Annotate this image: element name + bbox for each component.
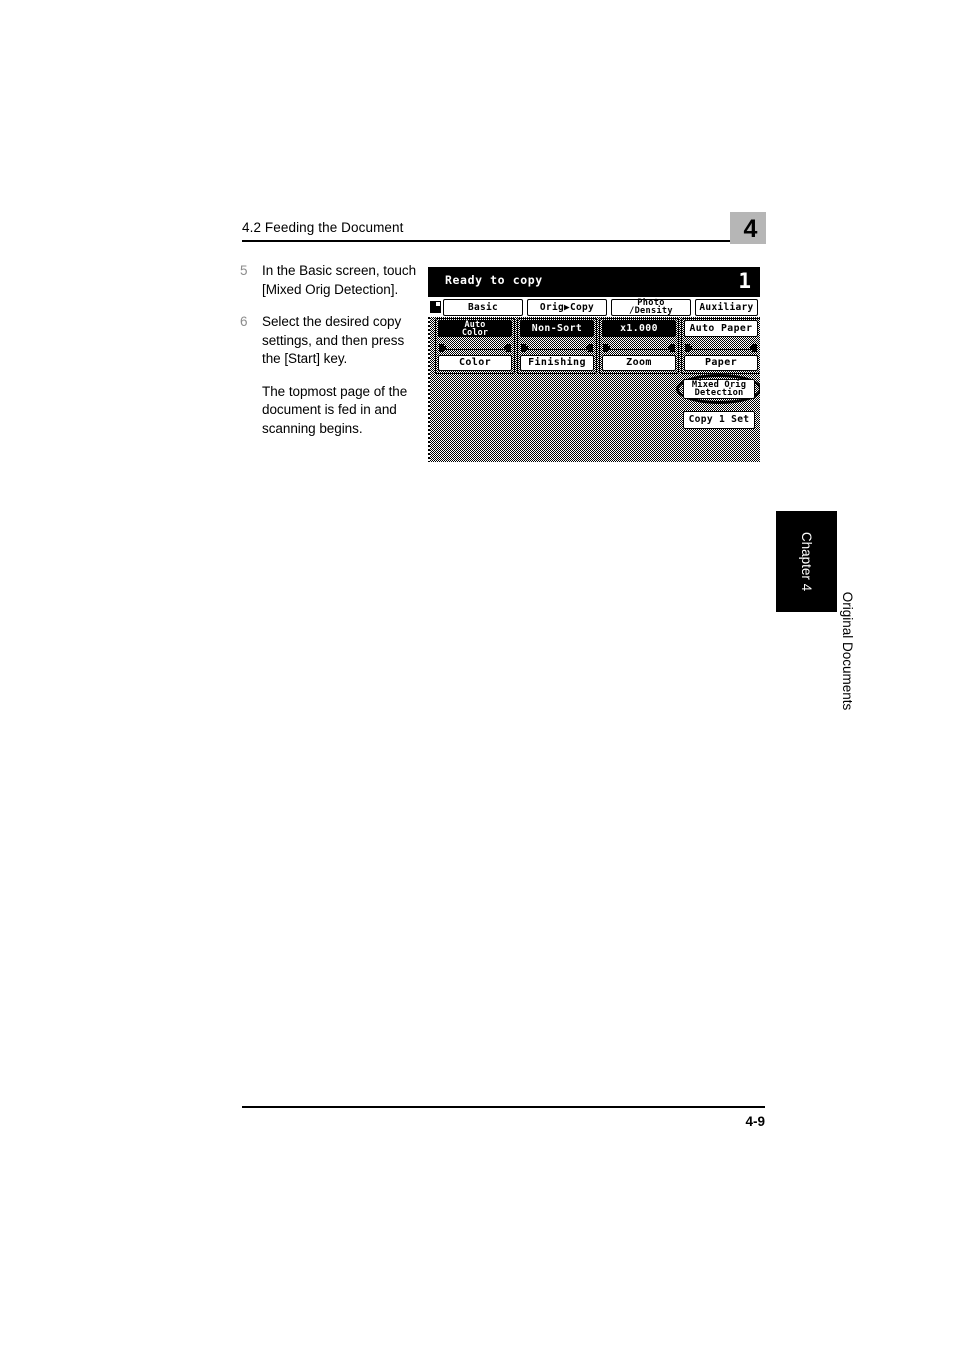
slider-knob-left[interactable] <box>439 344 444 352</box>
paper-value: Auto Paper <box>689 323 753 334</box>
zoom-button[interactable]: Zoom <box>602 355 676 371</box>
slider-knob-left[interactable] <box>685 344 690 352</box>
paper-slider[interactable] <box>685 342 757 353</box>
lcd-tab-strip: Basic Orig▶Copy Photo /Density Auxiliary <box>428 297 760 317</box>
lcd-status-bar: Ready to copy 1 <box>428 267 760 297</box>
function-column-paper: Auto Paper Paper <box>681 318 760 374</box>
header-divider <box>242 240 765 243</box>
zoom-slider[interactable] <box>603 342 675 353</box>
color-value-display[interactable]: Auto Color <box>438 320 512 337</box>
slider-knob-right[interactable] <box>752 344 757 352</box>
function-column-color: Auto Color Color <box>435 318 515 374</box>
tab-label: Auxiliary <box>699 301 754 313</box>
paper-button-label: Paper <box>704 357 738 368</box>
slider-fill <box>610 344 668 349</box>
function-column-finishing: Non-Sort Finishing <box>517 318 597 374</box>
zoom-value-display[interactable]: x1.000 <box>602 320 676 337</box>
slider-fill <box>446 344 504 349</box>
paper-value-display[interactable]: Auto Paper <box>684 320 758 337</box>
finishing-button[interactable]: Finishing <box>520 355 594 371</box>
page-number: 4-9 <box>745 1114 765 1129</box>
step-note: The topmost page of the document is fed … <box>262 383 408 436</box>
function-column-zoom: x1.000 Zoom <box>599 318 679 374</box>
finishing-button-label: Finishing <box>528 357 586 368</box>
color-value-line2: Color <box>461 326 489 337</box>
slider-knob-left[interactable] <box>521 344 526 352</box>
list-item: 6 Select the desired copy settings, and … <box>240 313 420 369</box>
page-header: 4.2 Feeding the Document <box>242 219 765 245</box>
list-item: 5 In the Basic screen, touch [Mixed Orig… <box>240 262 420 299</box>
tab-orig-copy[interactable]: Orig▶Copy <box>527 299 607 316</box>
zoom-button-label: Zoom <box>626 357 652 368</box>
color-button-label: Color <box>458 357 492 368</box>
lcd-left-edge <box>428 317 430 462</box>
paper-button[interactable]: Paper <box>684 355 758 371</box>
tab-photo-density[interactable]: Photo /Density <box>611 299 691 316</box>
document-icon <box>430 301 441 313</box>
slider-fill <box>528 344 586 349</box>
footer-divider <box>242 1106 765 1109</box>
tab-basic[interactable]: Basic <box>443 299 523 316</box>
slider-knob-right[interactable] <box>670 344 675 352</box>
mixed-orig-label-line2: Detection <box>694 388 744 398</box>
step-number: 6 <box>240 314 248 329</box>
step-text: In the Basic screen, touch [Mixed Orig D… <box>262 263 417 297</box>
tab-label: Orig▶Copy <box>539 301 595 313</box>
color-slider[interactable] <box>439 342 511 353</box>
instruction-steps: 5 In the Basic screen, touch [Mixed Orig… <box>240 262 420 438</box>
tab-label-line2: /Density <box>629 305 673 316</box>
copier-lcd-panel: Ready to copy 1 Basic Orig▶Copy Photo /D… <box>428 267 760 462</box>
slider-knob-right[interactable] <box>588 344 593 352</box>
slider-knob-left[interactable] <box>603 344 608 352</box>
lcd-body: Basic Orig▶Copy Photo /Density Auxiliary <box>428 297 760 462</box>
copy-set-label: Copy 1 Set <box>688 414 750 425</box>
slider-fill <box>692 344 750 349</box>
lcd-work-area: Auto Color Color Non-Sort Finishing x1.0… <box>428 317 760 462</box>
color-button[interactable]: Color <box>438 355 512 371</box>
slider-knob-right[interactable] <box>506 344 511 352</box>
function-button-cluster: Auto Color Color Non-Sort Finishing x1.0… <box>433 318 760 374</box>
step-text: Select the desired copy settings, and th… <box>262 314 405 366</box>
mixed-orig-detection-button[interactable]: Mixed Orig Detection <box>683 379 755 399</box>
finishing-value-display[interactable]: Non-Sort <box>520 320 594 337</box>
zoom-value: x1.000 <box>620 323 658 334</box>
step-number: 5 <box>240 263 248 278</box>
chapter-marker-number: 4 <box>743 215 758 243</box>
finishing-slider[interactable] <box>521 342 593 353</box>
lcd-status-text: Ready to copy <box>445 273 543 287</box>
tab-auxiliary[interactable]: Auxiliary <box>695 299 758 316</box>
copy-count-display: 1 <box>738 269 751 293</box>
page-title: 4.2 Feeding the Document <box>242 220 404 235</box>
side-section-label: Original Documents <box>840 591 855 711</box>
tab-label: Basic <box>467 301 499 313</box>
finishing-value: Non-Sort <box>531 323 583 334</box>
copy-set-button[interactable]: Copy 1 Set <box>683 411 755 429</box>
